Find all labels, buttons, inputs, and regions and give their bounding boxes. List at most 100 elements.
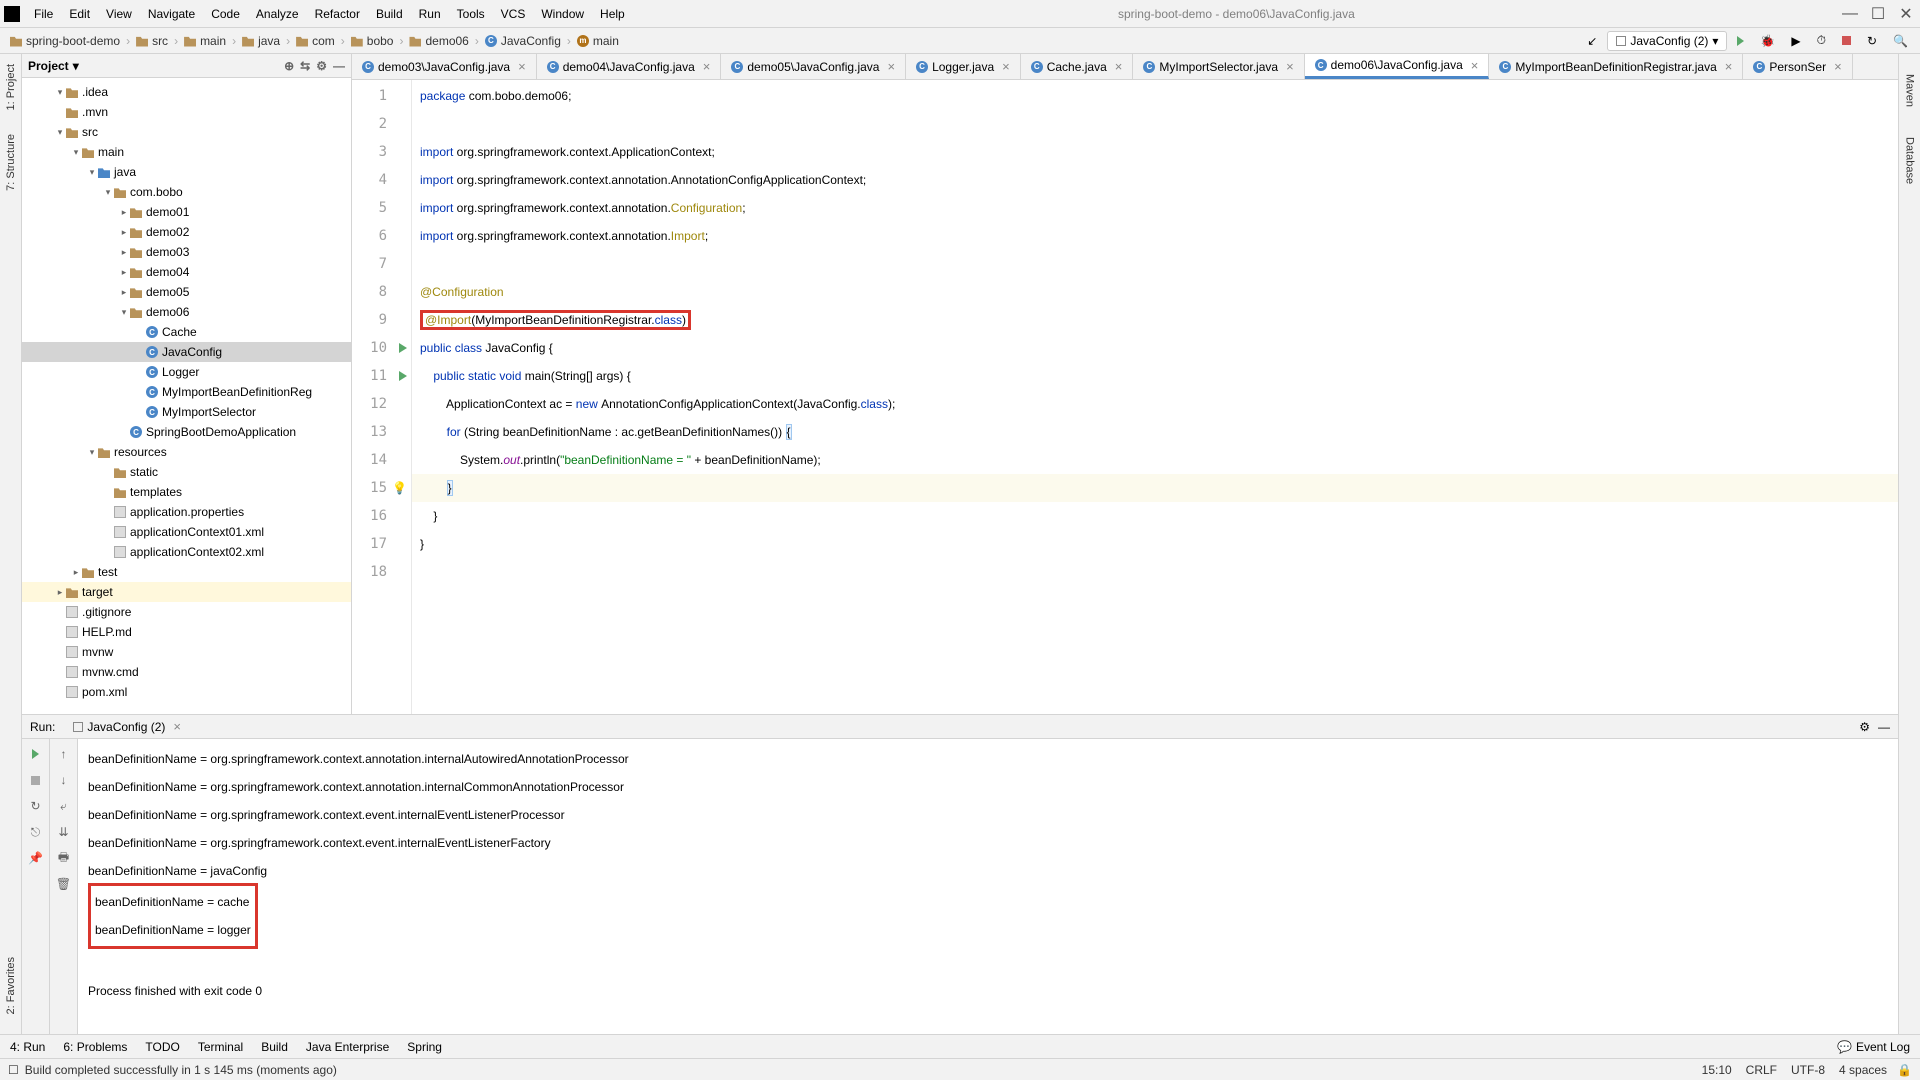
menu-help[interactable]: Help <box>592 5 633 23</box>
bottom-tool-problems[interactable]: 6: Problems <box>63 1040 127 1054</box>
bottom-tool-run[interactable]: 4: Run <box>10 1040 45 1054</box>
breadcrumb-item[interactable]: CJavaConfig <box>481 33 565 49</box>
breadcrumb-item[interactable]: mmain <box>573 33 623 49</box>
tree-item[interactable]: ▾.idea <box>22 82 351 102</box>
gutter-line[interactable]: 17 <box>352 530 411 558</box>
bottom-tool-spring[interactable]: Spring <box>407 1040 442 1054</box>
search-button[interactable]: 🔍 <box>1887 32 1914 50</box>
run-button[interactable] <box>1731 34 1750 48</box>
tree-item[interactable]: mvnw <box>22 642 351 662</box>
breadcrumb-item[interactable]: com <box>292 33 339 49</box>
gutter-line[interactable]: 2 <box>352 110 411 138</box>
tree-item[interactable]: templates <box>22 482 351 502</box>
gutter-line[interactable]: 16 <box>352 502 411 530</box>
status-item[interactable]: CRLF <box>1746 1063 1777 1077</box>
editor-tab[interactable]: Cdemo06\JavaConfig.java× <box>1305 54 1490 79</box>
print-button[interactable]: 🖶 <box>55 849 73 867</box>
project-tool[interactable]: 1: Project <box>5 64 17 110</box>
gutter-line[interactable]: 1 <box>352 82 411 110</box>
tree-item[interactable]: CLogger <box>22 362 351 382</box>
rerun-button[interactable] <box>27 745 45 763</box>
tree-item[interactable]: ▸demo04 <box>22 262 351 282</box>
editor-tab[interactable]: CMyImportBeanDefinitionRegistrar.java× <box>1489 54 1743 79</box>
menu-edit[interactable]: Edit <box>61 5 98 23</box>
hide-icon[interactable]: — <box>1878 720 1890 734</box>
menu-build[interactable]: Build <box>368 5 411 23</box>
event-log-button[interactable]: 💬Event Log <box>1837 1040 1910 1054</box>
debug-button[interactable]: 🐞 <box>1754 32 1781 50</box>
tree-item[interactable]: applicationContext02.xml <box>22 542 351 562</box>
favorites-tool[interactable]: 2: Favorites <box>5 957 17 1014</box>
gutter-line[interactable]: 12 <box>352 390 411 418</box>
breadcrumb-item[interactable]: bobo <box>347 33 398 49</box>
gutter-line[interactable]: 18 <box>352 558 411 586</box>
gutter-line[interactable]: 4 <box>352 166 411 194</box>
maven-tool[interactable]: Maven <box>1904 74 1916 107</box>
gutter-line[interactable]: 14 <box>352 446 411 474</box>
project-tree[interactable]: ▾.idea.mvn▾src▾main▾java▾com.bobo▸demo01… <box>22 78 351 714</box>
target-icon[interactable]: ⊕ <box>284 59 294 73</box>
tree-item[interactable]: ▾src <box>22 122 351 142</box>
gutter-line[interactable]: 13 <box>352 418 411 446</box>
gutter-line[interactable]: 10 <box>352 334 411 362</box>
bottom-tool-build[interactable]: Build <box>261 1040 288 1054</box>
tree-item[interactable]: ▸demo03 <box>22 242 351 262</box>
clear-button[interactable]: 🗑 <box>55 875 73 893</box>
console-output[interactable]: beanDefinitionName = org.springframework… <box>78 739 1898 1034</box>
menu-view[interactable]: View <box>98 5 140 23</box>
tree-item[interactable]: CSpringBootDemoApplication <box>22 422 351 442</box>
menu-vcs[interactable]: VCS <box>493 5 534 23</box>
tree-item[interactable]: ▸demo01 <box>22 202 351 222</box>
menu-analyze[interactable]: Analyze <box>248 5 307 23</box>
editor-tab[interactable]: CCache.java× <box>1021 54 1134 79</box>
back-button[interactable]: ↙ <box>1581 32 1603 50</box>
collapse-icon[interactable]: ⇆ <box>300 59 310 73</box>
update-button[interactable]: ↻ <box>1861 32 1883 50</box>
bottom-tool-todo[interactable]: TODO <box>145 1040 179 1054</box>
tree-item[interactable]: ▸test <box>22 562 351 582</box>
tree-item[interactable]: CJavaConfig <box>22 342 351 362</box>
lock-icon[interactable]: 🔒 <box>1897 1063 1912 1077</box>
tree-item[interactable]: applicationContext01.xml <box>22 522 351 542</box>
gutter-line[interactable]: 7 <box>352 250 411 278</box>
close-icon[interactable]: × <box>703 59 711 74</box>
tree-item[interactable]: .mvn <box>22 102 351 122</box>
settings-icon[interactable]: ⚙ <box>316 59 327 73</box>
menu-navigate[interactable]: Navigate <box>140 5 203 23</box>
gutter-line[interactable]: 8 <box>352 278 411 306</box>
profile-button[interactable]: ⏱ <box>1811 31 1832 50</box>
tree-item[interactable]: ▸demo05 <box>22 282 351 302</box>
close-icon[interactable]: × <box>1286 59 1294 74</box>
gear-icon[interactable]: ⚙ <box>1859 720 1870 734</box>
status-item[interactable]: 15:10 <box>1702 1063 1732 1077</box>
structure-tool[interactable]: 7: Structure <box>5 134 17 191</box>
gutter-line[interactable]: 11 <box>352 362 411 390</box>
menu-run[interactable]: Run <box>411 5 449 23</box>
gutter-line[interactable]: 6 <box>352 222 411 250</box>
scroll-button[interactable]: ⇊ <box>55 823 73 841</box>
tree-item[interactable]: ▸demo02 <box>22 222 351 242</box>
wrap-button[interactable]: ⤶ <box>55 797 73 815</box>
menu-file[interactable]: File <box>26 5 61 23</box>
gutter-line[interactable]: 9 <box>352 306 411 334</box>
tree-item[interactable]: ▾main <box>22 142 351 162</box>
run-config-selector[interactable]: JavaConfig (2) ▾ <box>1607 31 1727 51</box>
close-icon[interactable]: × <box>1002 59 1010 74</box>
run-gutter-icon[interactable] <box>399 371 407 381</box>
close-icon[interactable]: × <box>887 59 895 74</box>
stop-button[interactable] <box>1836 34 1857 47</box>
status-item[interactable]: UTF-8 <box>1791 1063 1825 1077</box>
gutter-line[interactable]: 15💡 <box>352 474 411 502</box>
bulb-icon[interactable]: 💡 <box>392 481 407 495</box>
gutter-line[interactable]: 3 <box>352 138 411 166</box>
tree-item[interactable]: CMyImportSelector <box>22 402 351 422</box>
tree-item[interactable]: CCache <box>22 322 351 342</box>
editor-tab[interactable]: Cdemo05\JavaConfig.java× <box>721 54 906 79</box>
close-icon[interactable]: × <box>1115 59 1123 74</box>
editor-tab[interactable]: CLogger.java× <box>906 54 1021 79</box>
breadcrumb-item[interactable]: demo06 <box>405 33 472 49</box>
editor-tab[interactable]: CMyImportSelector.java× <box>1133 54 1304 79</box>
tree-item[interactable]: .gitignore <box>22 602 351 622</box>
bottom-tool-terminal[interactable]: Terminal <box>198 1040 243 1054</box>
menu-code[interactable]: Code <box>203 5 248 23</box>
